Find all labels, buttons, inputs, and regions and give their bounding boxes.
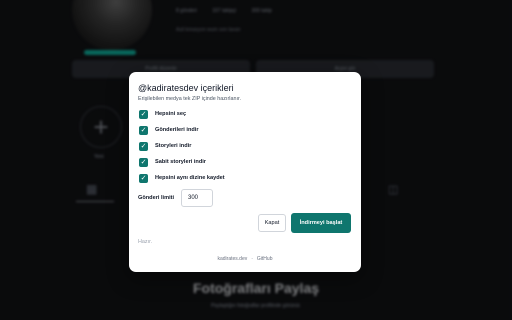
close-button[interactable]: Kapat (258, 214, 286, 232)
dialog-footer: kadirates.dev · GitHub (129, 256, 361, 262)
check-icon[interactable]: ✓ (139, 125, 148, 135)
option-label: Hepsini aynı dizine kaydet (155, 175, 225, 181)
option-label: Gönderileri indir (155, 127, 199, 133)
option-label: Sabit storyleri indir (155, 159, 206, 165)
option-select-all[interactable]: ✓ Hepsini seç (139, 109, 186, 119)
post-limit-label: Gönderi limiti (138, 195, 175, 201)
check-icon[interactable]: ✓ (139, 157, 148, 167)
dialog-title: @kadiratesdev içerikleri (138, 83, 234, 93)
check-icon[interactable]: ✓ (139, 109, 148, 119)
option-label: Storyleri indir (155, 143, 192, 149)
download-dialog: @kadiratesdev içerikleri Erişilebilen me… (129, 72, 361, 272)
option-download-posts[interactable]: ✓ Gönderileri indir (139, 125, 199, 135)
check-icon[interactable]: ✓ (139, 141, 148, 151)
option-same-folder[interactable]: ✓ Hepsini aynı dizine kaydet (139, 173, 225, 183)
start-download-button[interactable]: İndirmeyi başlat (291, 213, 351, 233)
check-icon[interactable]: ✓ (139, 173, 148, 183)
site-link[interactable]: kadirates.dev (218, 256, 248, 262)
dialog-subtitle: Erişilebilen medya tek ZIP içinde hazırl… (138, 96, 241, 102)
post-limit-input[interactable]: 300 (181, 189, 213, 207)
option-download-stories[interactable]: ✓ Storyleri indir (139, 141, 191, 151)
footer-separator: · (251, 256, 253, 262)
option-download-highlights[interactable]: ✓ Sabit storyleri indir (139, 157, 206, 167)
github-link[interactable]: GitHub (257, 256, 273, 262)
option-label: Hepsini seç (155, 111, 187, 117)
status-text: Hazır. (138, 239, 153, 245)
